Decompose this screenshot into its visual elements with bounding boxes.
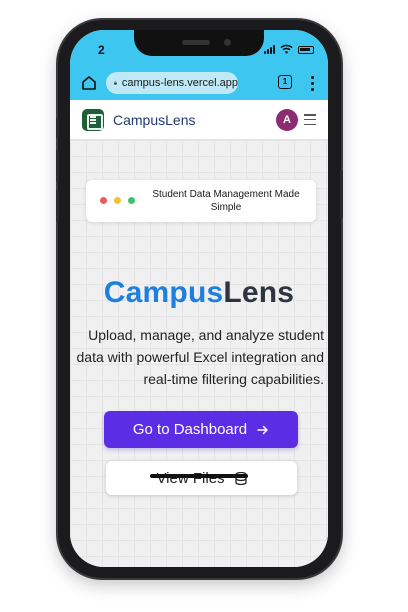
battery-icon [298, 46, 314, 54]
lock-icon [114, 81, 117, 85]
window-dot-yellow [114, 197, 121, 204]
phone-power-button [340, 170, 343, 218]
brand-name[interactable]: CampusLens [113, 112, 196, 128]
view-files-label: View Files [156, 469, 225, 487]
system-icons [264, 44, 314, 54]
main-content: Student Data Management Made Simple Camp… [70, 140, 328, 567]
signal-icon [264, 45, 275, 54]
go-to-dashboard-button[interactable]: Go to Dashboard [104, 411, 298, 448]
arrow-right-icon [257, 425, 268, 434]
avatar[interactable]: A [276, 109, 298, 131]
phone-volume-up [56, 150, 59, 182]
view-files-button[interactable]: View Files [106, 461, 297, 495]
phone-screen: 2 campus-lens.vercel.app 1 CampusLens A … [70, 30, 328, 567]
camera [224, 39, 231, 46]
phone-side-button [56, 118, 59, 138]
tagline-card: Student Data Management Made Simple [86, 180, 316, 222]
url-text: campus-lens.vercel.app [121, 77, 238, 89]
hero-title-campus: Campus [103, 276, 224, 309]
menu-icon[interactable] [304, 114, 316, 125]
window-dot-red [100, 197, 107, 204]
dashboard-button-label: Go to Dashboard [132, 421, 248, 438]
tabs-icon[interactable]: 1 [278, 75, 292, 89]
tagline-text: Student Data Management Made Simple [152, 189, 300, 213]
window-dot-green [128, 197, 135, 204]
app-header: CampusLens A [70, 100, 328, 140]
logo-icon[interactable] [82, 109, 104, 131]
status-time: 2 [98, 43, 105, 57]
notch [134, 30, 264, 56]
status-bar: 2 [70, 30, 328, 70]
home-indicator[interactable] [150, 474, 248, 478]
speaker [182, 40, 210, 45]
hero-description: Upload, manage, and analyze student data… [76, 327, 324, 387]
hero-title: CampusLens [70, 276, 328, 310]
address-bar[interactable]: campus-lens.vercel.app [106, 72, 238, 94]
more-vert-icon[interactable] [306, 74, 318, 92]
browser-toolbar: campus-lens.vercel.app 1 [70, 68, 328, 100]
hero-title-lens: Lens [223, 276, 295, 309]
phone-volume-down [56, 190, 59, 222]
home-icon[interactable] [80, 74, 98, 92]
wifi-icon [280, 44, 293, 54]
